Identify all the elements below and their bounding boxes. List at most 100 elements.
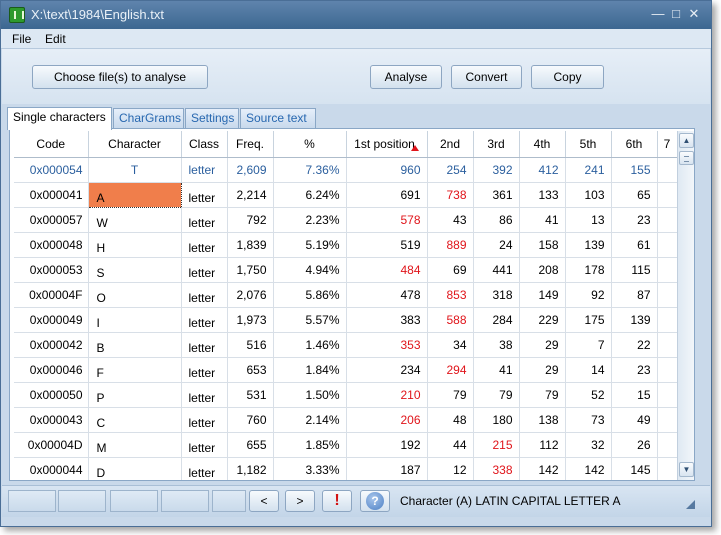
cell-character[interactable]: S	[88, 257, 182, 283]
cell-code[interactable]: 0x000048	[14, 232, 89, 258]
minimize-icon[interactable]: —	[649, 6, 667, 22]
cell-percent[interactable]: 1.46%	[273, 332, 347, 358]
cell-class[interactable]: letter	[181, 357, 228, 383]
cell-character[interactable]: M	[88, 432, 182, 458]
cell-class[interactable]: letter	[181, 407, 228, 433]
cell-position-2[interactable]: 48	[427, 407, 474, 433]
cell-position-7[interactable]	[657, 232, 678, 258]
cell-position-6[interactable]: 155	[611, 157, 658, 183]
cell-freq[interactable]: 760	[227, 407, 274, 433]
cell-position-5[interactable]: 241	[565, 157, 612, 183]
cell-code[interactable]: 0x000057	[14, 207, 89, 233]
cell-position-4[interactable]: 229	[519, 307, 566, 333]
cell-position-5[interactable]: 139	[565, 232, 612, 258]
scroll-up-icon[interactable]: ▲	[679, 133, 694, 148]
cell-position-1[interactable]: 187	[346, 457, 428, 480]
cell-position-2[interactable]: 43	[427, 207, 474, 233]
alert-button[interactable]: !	[322, 490, 352, 512]
cell-position-4[interactable]: 112	[519, 432, 566, 458]
cell-position-5[interactable]: 7	[565, 332, 612, 358]
maximize-icon[interactable]: □	[667, 6, 685, 22]
cell-position-5[interactable]: 14	[565, 357, 612, 383]
table-row[interactable]: 0x000042 Bletter 516 1.46% 353 34 38 29 7 22	[14, 332, 678, 358]
cell-position-2[interactable]: 738	[427, 182, 474, 208]
cell-position-3[interactable]: 180	[473, 407, 520, 433]
table-row[interactable]: 0x000053 Sletter 1,750 4.94% 484 69 441 208 178 1…	[14, 257, 678, 283]
cell-percent[interactable]: 6.24%	[273, 182, 347, 208]
col-header-2nd[interactable]: 2nd	[427, 131, 474, 158]
cell-character[interactable]: P	[88, 382, 182, 408]
cell-freq[interactable]: 531	[227, 382, 274, 408]
resize-grip-icon[interactable]	[686, 500, 695, 509]
col-header-character[interactable]: Character	[88, 131, 182, 158]
cell-character[interactable]: T	[88, 157, 182, 183]
tab-single-characters[interactable]: Single characters	[7, 107, 112, 130]
cell-position-4[interactable]: 149	[519, 282, 566, 308]
cell-position-6[interactable]: 26	[611, 432, 658, 458]
cell-position-7[interactable]	[657, 282, 678, 308]
cell-position-6[interactable]: 145	[611, 457, 658, 480]
cell-code[interactable]: 0x000049	[14, 307, 89, 333]
cell-code[interactable]: 0x000050	[14, 382, 89, 408]
cell-percent[interactable]: 5.86%	[273, 282, 347, 308]
cell-position-6[interactable]: 65	[611, 182, 658, 208]
cell-percent[interactable]: 2.14%	[273, 407, 347, 433]
col-header-3rd[interactable]: 3rd	[473, 131, 520, 158]
cell-class[interactable]: letter	[181, 157, 228, 183]
col-header-freq[interactable]: Freq.	[227, 131, 274, 158]
table-row[interactable]: 0x00004D Mletter 655 1.85% 192 44 215 112 32 26	[14, 432, 678, 458]
cell-position-3[interactable]: 38	[473, 332, 520, 358]
cell-position-3[interactable]: 86	[473, 207, 520, 233]
tab-settings[interactable]: Settings	[185, 108, 239, 128]
table-row[interactable]: 0x00004F Oletter 2,076 5.86% 478 853 318 149 92 8…	[14, 282, 678, 308]
cell-position-4[interactable]: 412	[519, 157, 566, 183]
cell-freq[interactable]: 1,750	[227, 257, 274, 283]
cell-position-6[interactable]: 23	[611, 207, 658, 233]
col-header-7th[interactable]: 7	[657, 131, 678, 158]
cell-character[interactable]: H	[88, 232, 182, 258]
cell-position-1[interactable]: 578	[346, 207, 428, 233]
cell-position-4[interactable]: 142	[519, 457, 566, 480]
scroll-thumb[interactable]	[679, 151, 694, 165]
choose-files-button[interactable]: Choose file(s) to analyse	[32, 65, 208, 89]
cell-class[interactable]: letter	[181, 307, 228, 333]
table-row[interactable]: 0x000046 Fletter 653 1.84% 234 294 41 29 14 23	[14, 357, 678, 383]
cell-position-1[interactable]: 206	[346, 407, 428, 433]
cell-position-7[interactable]	[657, 332, 678, 358]
cell-character[interactable]: W	[88, 207, 182, 233]
help-button[interactable]: ?	[360, 490, 390, 512]
cell-freq[interactable]: 1,839	[227, 232, 274, 258]
cell-position-3[interactable]: 215	[473, 432, 520, 458]
cell-code[interactable]: 0x000041	[14, 182, 89, 208]
cell-percent[interactable]: 1.84%	[273, 357, 347, 383]
cell-position-1[interactable]: 478	[346, 282, 428, 308]
cell-position-1[interactable]: 691	[346, 182, 428, 208]
cell-position-6[interactable]: 87	[611, 282, 658, 308]
cell-class[interactable]: letter	[181, 207, 228, 233]
prev-button[interactable]: <	[249, 490, 279, 512]
vertical-scrollbar[interactable]: ▲ ▼	[677, 131, 694, 480]
cell-position-6[interactable]: 22	[611, 332, 658, 358]
table-row[interactable]: 0x000054 Tletter 2,609 7.36% 960 254 392 412 241…	[14, 157, 678, 183]
cell-class[interactable]: letter	[181, 182, 228, 208]
cell-position-4[interactable]: 29	[519, 357, 566, 383]
table-row[interactable]: 0x000048 Hletter 1,839 5.19% 519 889 24 158 139 6…	[14, 232, 678, 258]
menu-file[interactable]: File	[12, 32, 31, 46]
cell-position-4[interactable]: 133	[519, 182, 566, 208]
cell-code[interactable]: 0x000043	[14, 407, 89, 433]
scroll-down-icon[interactable]: ▼	[679, 462, 694, 477]
cell-freq[interactable]: 516	[227, 332, 274, 358]
cell-position-5[interactable]: 103	[565, 182, 612, 208]
col-header-5th[interactable]: 5th	[565, 131, 612, 158]
cell-code[interactable]: 0x000042	[14, 332, 89, 358]
cell-position-1[interactable]: 192	[346, 432, 428, 458]
cell-position-1[interactable]: 960	[346, 157, 428, 183]
cell-percent[interactable]: 1.85%	[273, 432, 347, 458]
table-row[interactable]: 0x000049 Iletter 1,973 5.57% 383 588 284 229 175…	[14, 307, 678, 333]
cell-percent[interactable]: 5.57%	[273, 307, 347, 333]
cell-class[interactable]: letter	[181, 282, 228, 308]
close-icon[interactable]: ✕	[685, 6, 703, 22]
cell-position-1[interactable]: 383	[346, 307, 428, 333]
cell-position-5[interactable]: 13	[565, 207, 612, 233]
cell-position-7[interactable]	[657, 457, 678, 480]
